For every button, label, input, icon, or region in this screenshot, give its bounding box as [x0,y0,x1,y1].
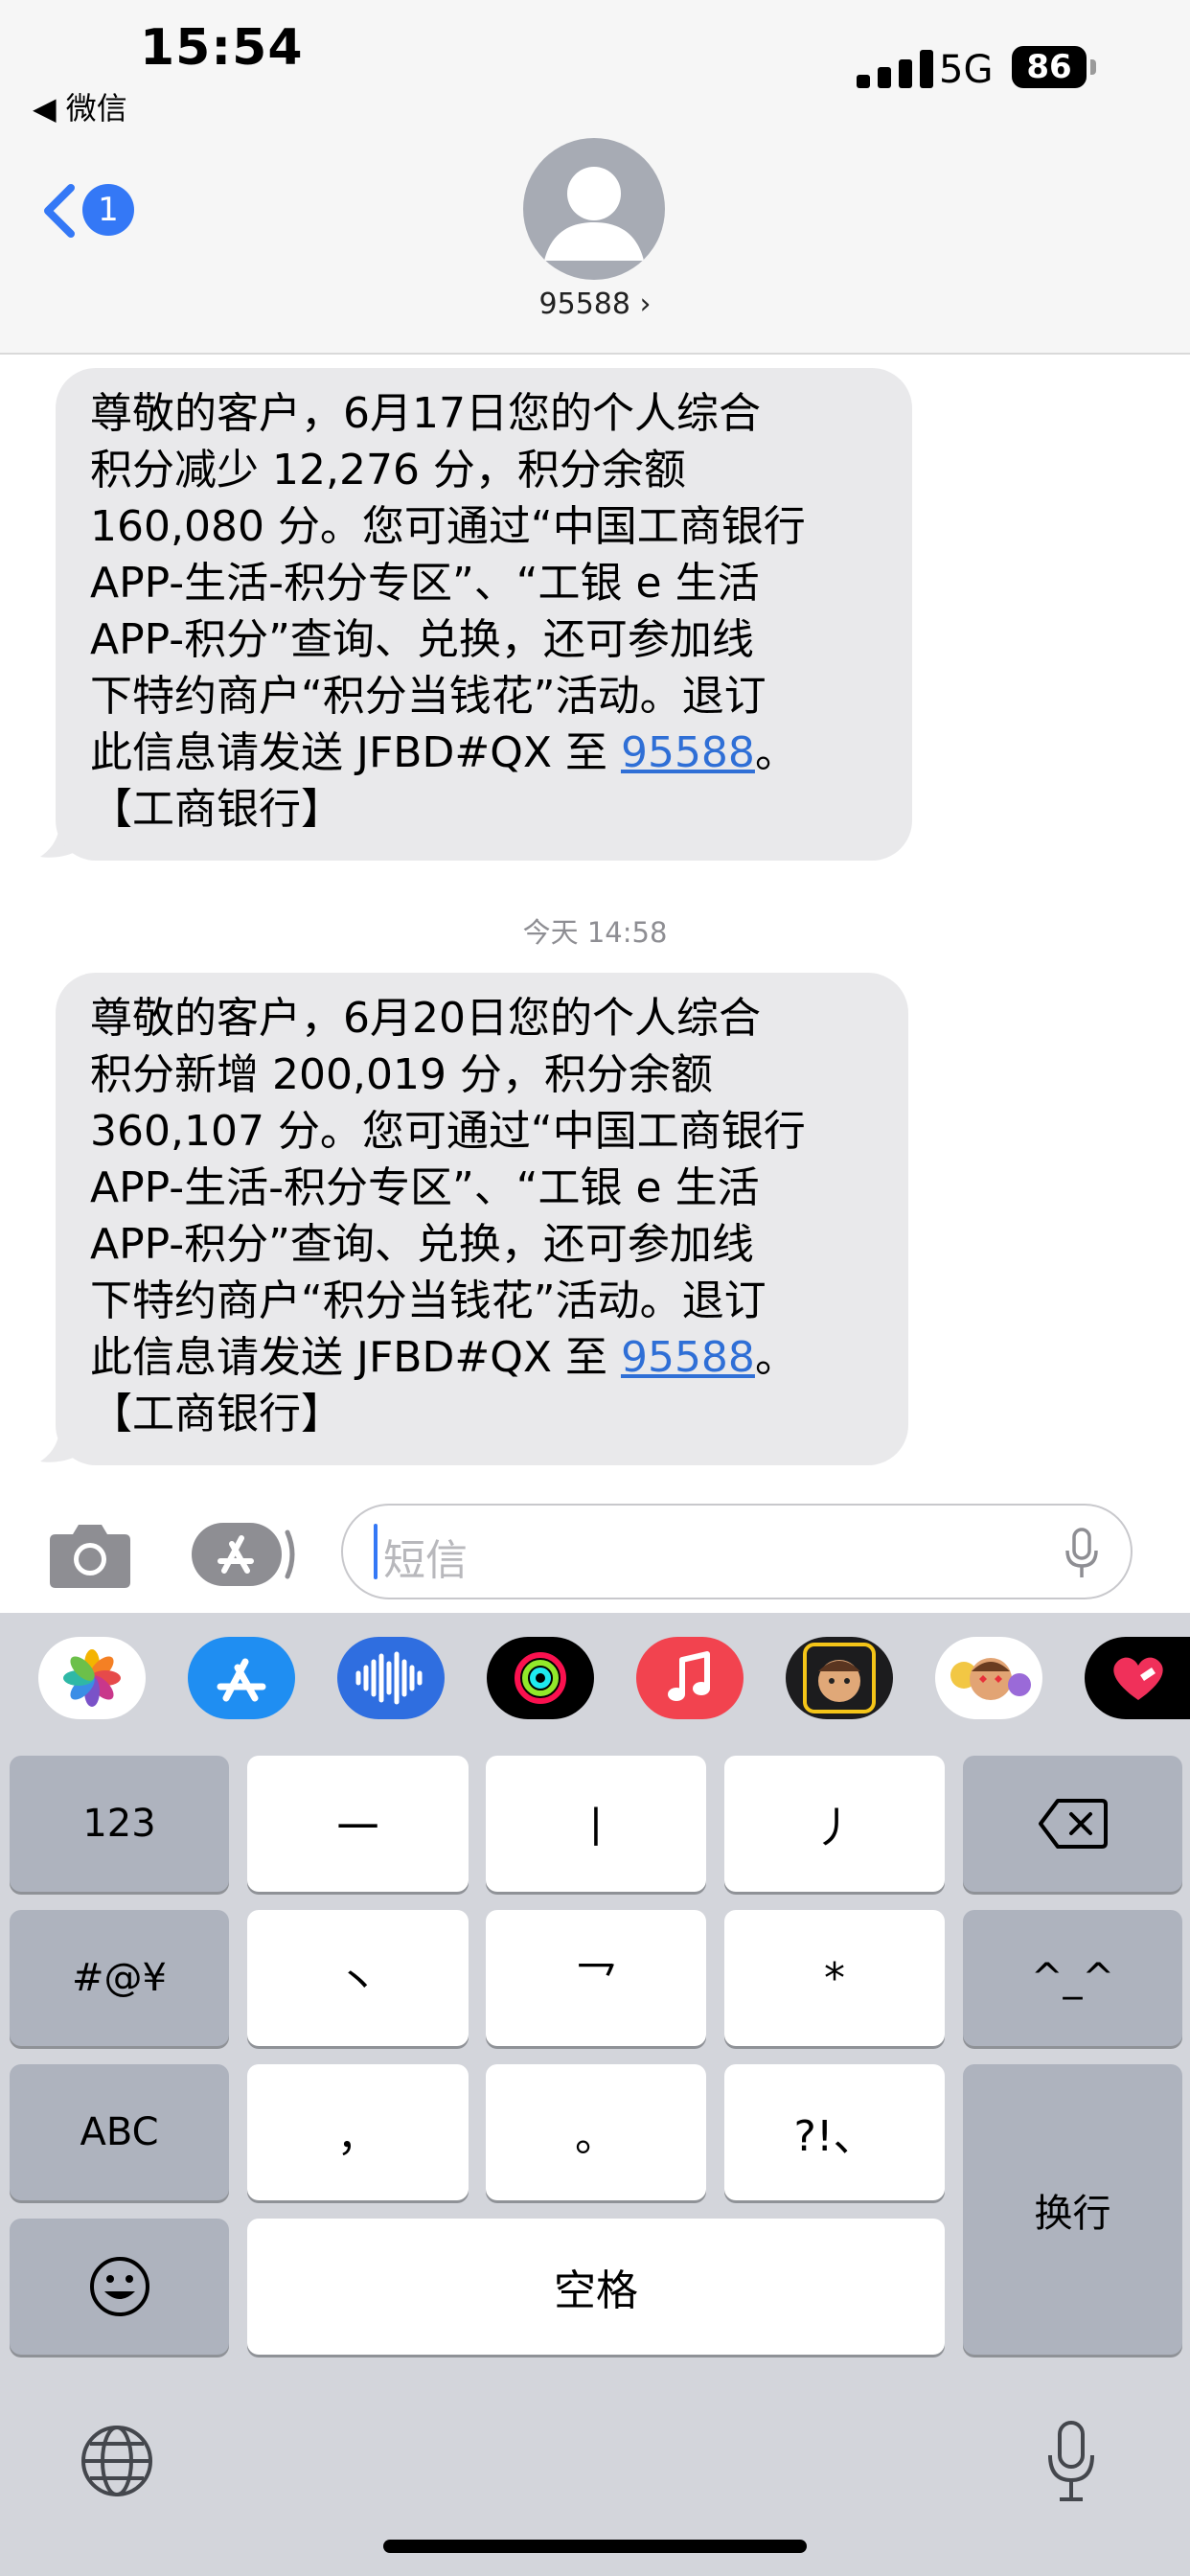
dictation-mic-icon[interactable] [1064,1528,1100,1579]
key-stroke-zhe[interactable]: 乛 [486,1910,706,2046]
text-cursor [374,1524,378,1579]
back-to-app-link[interactable]: ◀ 微信 [33,84,127,128]
music-note-icon [668,1651,710,1701]
message-line: 160,080 分。您可通过“中国工商银行 [90,502,806,551]
message-line: 积分减少 12,276 分，积分余额 [90,446,686,494]
key-label: ^_^ [1030,1956,1115,2000]
memoji-app[interactable] [786,1637,893,1719]
message-bubble[interactable]: 尊敬的客户，6月20日您的个人综合 积分新增 200,019 分，积分余额 36… [56,973,908,1465]
fitness-app[interactable] [487,1637,594,1719]
message-line: 此信息请发送 JFBD#QX 至 95588。 [90,1329,874,1386]
app-store-icon [192,1523,295,1586]
key-stroke-pie[interactable]: 丿 [724,1756,945,1892]
phone-link[interactable]: 95588 [621,1333,755,1382]
memoji-stickers-icon [950,1658,1031,1700]
key-punctuation[interactable]: ?!、 [724,2064,945,2200]
key-symbols[interactable]: #@¥ [10,1910,229,2046]
key-return[interactable]: 换行 [963,2064,1182,2355]
message-line: 360,107 分。您可通过“中国工商银行 [90,1107,806,1156]
key-label: #@¥ [72,1956,167,2000]
message-signature: 【工商银行】 [90,1390,343,1438]
key-label: ， [336,2112,379,2161]
timestamp-time: 14:58 [586,916,668,949]
key-label: 丿 [813,1804,856,1852]
message-line: APP-生活-积分专区”、“工银 e 生活 [90,1163,760,1212]
message-text: 此信息请发送 JFBD#QX 至 [90,1333,621,1382]
key-emoji[interactable] [10,2219,229,2355]
globe-icon[interactable] [79,2423,155,2499]
battery-indicator: 86 [1012,46,1087,88]
key-label: * [824,1953,845,2003]
message-signature: 【工商银行】 [90,785,343,834]
key-label: 乛 [575,1958,617,2007]
network-type: 5G [939,48,994,92]
key-label: 丶 [336,1958,379,2007]
memoji-icon [803,1643,876,1714]
digital-touch-app[interactable] [1085,1637,1190,1719]
app-store-icon [217,1658,266,1702]
audio-waveform-icon [355,1651,423,1705]
key-label: 123 [82,1802,156,1846]
music-app[interactable] [636,1637,744,1719]
key-stroke-heng[interactable]: 一 [247,1756,469,1892]
message-line: APP-生活-积分专区”、“工银 e 生活 [90,559,760,608]
key-abc[interactable]: ABC [10,2064,229,2200]
message-line: 下特约商户“积分当钱花”活动。退订 [90,672,767,721]
message-text: 此信息请发送 JFBD#QX 至 [90,728,621,777]
message-text: 。 [754,728,797,777]
message-line: APP-积分”查询、兑换，还可参加线 [90,1220,754,1269]
status-time: 15:54 [140,19,304,77]
timestamp-day: 今天 [522,916,579,949]
signal-bars-icon [857,46,949,88]
backspace-icon [1038,1799,1108,1849]
key-stroke-shu[interactable]: 丨 [486,1756,706,1892]
key-label: ABC [80,2110,159,2154]
photos-icon [63,1649,121,1707]
key-label: 换行 [1034,2191,1111,2236]
key-period[interactable]: 。 [486,2064,706,2200]
key-label: 一 [336,1804,379,1852]
key-123[interactable]: 123 [10,1756,229,1892]
key-stroke-dian[interactable]: 丶 [247,1910,469,2046]
message-line: 下特约商户“积分当钱花”活动。退订 [90,1276,767,1325]
message-line: 尊敬的客户，6月17日您的个人综合 [90,389,761,438]
home-indicator [383,2540,807,2553]
key-label: 丨 [575,1804,617,1852]
phone-link[interactable]: 95588 [621,728,755,777]
activity-rings-icon [515,1652,566,1704]
person-icon [544,167,644,261]
dictation-mic-icon[interactable] [1044,2419,1098,2503]
message-line: 此信息请发送 JFBD#QX 至 95588。 [90,724,878,781]
message-bubble[interactable]: 尊敬的客户，6月17日您的个人综合 积分减少 12,276 分，积分余额 160… [56,368,912,861]
apps-button[interactable] [192,1519,299,1590]
key-emoticon[interactable]: ^_^ [963,1910,1182,2046]
key-delete[interactable] [963,1756,1182,1892]
camera-icon[interactable] [46,1519,134,1590]
message-input-placeholder: 短信 [383,1536,468,1585]
key-wildcard[interactable]: * [724,1910,945,2046]
battery-tip [1090,59,1096,75]
key-space[interactable]: 空格 [247,2219,945,2355]
key-label: ?!、 [793,2112,876,2161]
message-timestamp: 今天 14:58 [0,910,1190,951]
unread-badge[interactable]: 1 [82,184,134,236]
app-store-app[interactable] [188,1637,295,1719]
audio-message-app[interactable] [337,1637,445,1719]
key-comma[interactable]: ， [247,2064,469,2200]
digital-touch-heart-icon [1113,1657,1163,1700]
chevron-left-icon [44,184,75,238]
emoji-face-icon [89,2257,149,2316]
memoji-stickers-app[interactable] [935,1637,1042,1719]
contact-avatar[interactable] [523,138,665,280]
message-line: APP-积分”查询、兑换，还可参加线 [90,615,754,664]
contact-name[interactable]: 95588 › [0,288,1190,321]
key-label: 空格 [554,2266,638,2315]
message-line: 积分新增 200,019 分，积分余额 [90,1050,713,1099]
message-line: 尊敬的客户，6月20日您的个人综合 [90,994,761,1043]
message-text: 。 [754,1333,797,1382]
key-label: 。 [575,2112,617,2161]
photos-app[interactable] [38,1637,146,1719]
